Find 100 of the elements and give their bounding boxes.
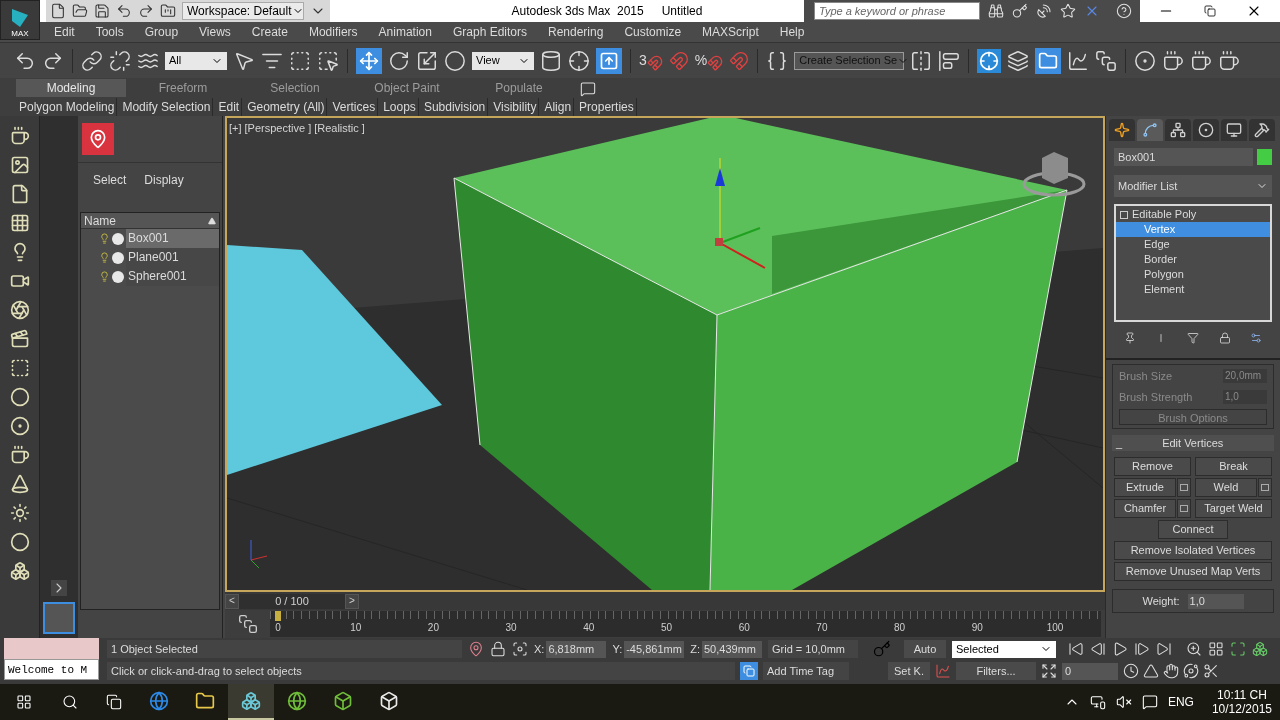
crossing-select-icon[interactable] bbox=[317, 49, 339, 72]
vertex-tool-button[interactable]: Remove Unused Map Verts bbox=[1114, 562, 1272, 581]
task-view-icon[interactable] bbox=[106, 694, 122, 710]
ribbon-panel[interactable]: Subdivision bbox=[421, 97, 489, 116]
selection-filter-dropdown[interactable]: All bbox=[165, 51, 227, 70]
disc-icon[interactable] bbox=[9, 416, 30, 436]
weight-field[interactable]: 1,0 bbox=[1187, 593, 1244, 609]
time-slider[interactable]: < 0 / 100 > bbox=[225, 593, 359, 609]
time-config-icon[interactable] bbox=[1123, 663, 1139, 679]
rollout-header[interactable]: _ Edit Vertices bbox=[1112, 435, 1274, 451]
particles-icon[interactable] bbox=[9, 561, 30, 581]
ribbon-panel[interactable]: Geometry (All) bbox=[245, 97, 328, 116]
curve-editor-icon[interactable] bbox=[1067, 49, 1090, 72]
viewport-label[interactable]: [Perspective ] bbox=[244, 120, 312, 137]
pin-icon[interactable] bbox=[1123, 332, 1136, 344]
monitor-icon[interactable] bbox=[1221, 119, 1247, 141]
undo-icon[interactable] bbox=[116, 3, 132, 19]
hierarchy-icon[interactable] bbox=[1165, 119, 1191, 141]
time-slider-handle[interactable] bbox=[275, 611, 281, 621]
app-icon[interactable] bbox=[228, 684, 274, 720]
grid-status[interactable]: Grid = 10,0mm bbox=[768, 640, 858, 658]
ribbon-tab[interactable]: Populate bbox=[464, 79, 574, 97]
menu-item[interactable]: MAXScript bbox=[702, 23, 759, 41]
app-menu-button[interactable]: MAX bbox=[0, 0, 40, 40]
ribbon-panel[interactable]: Vertices bbox=[330, 97, 379, 116]
menu-item[interactable]: Graph Editors bbox=[452, 23, 527, 41]
zoom-icon[interactable] bbox=[1186, 641, 1202, 657]
windows-start-icon[interactable] bbox=[16, 694, 32, 710]
previous-frame-icon[interactable] bbox=[1090, 641, 1106, 657]
menu-item[interactable]: Modifiers bbox=[308, 23, 358, 41]
menu-item[interactable]: Rendering bbox=[548, 23, 604, 41]
next-frame-button[interactable]: > bbox=[345, 593, 359, 609]
auto-key-button[interactable]: Auto bbox=[904, 640, 946, 658]
menu-item[interactable]: Help bbox=[779, 23, 805, 41]
vertex-tool-button[interactable]: Chamfer bbox=[1114, 499, 1176, 518]
vertex-tool-button[interactable]: Break bbox=[1195, 457, 1272, 476]
grid-icon[interactable] bbox=[9, 213, 30, 233]
go-to-end-icon[interactable] bbox=[1156, 641, 1172, 657]
menu-item[interactable]: Create bbox=[251, 23, 288, 41]
ribbon-panel[interactable]: Properties bbox=[577, 97, 637, 116]
new-file-icon[interactable] bbox=[50, 3, 66, 19]
vertex-tool-button[interactable]: Target Weld bbox=[1195, 499, 1272, 518]
light-bulb-icon[interactable] bbox=[99, 232, 110, 245]
stack-item[interactable]: Border bbox=[1116, 252, 1270, 267]
network-icon[interactable] bbox=[1089, 694, 1106, 710]
modifier-list-dropdown[interactable]: Modifier List bbox=[1114, 175, 1272, 197]
key-filter-dropdown[interactable]: Selected bbox=[952, 640, 1056, 658]
vertex-tool-button[interactable]: Extrude bbox=[1114, 478, 1176, 497]
set-key-button[interactable]: Set K. bbox=[888, 662, 930, 680]
listener-output[interactable]: Welcome to M bbox=[4, 659, 99, 680]
ribbon-tab[interactable]: Freeform bbox=[128, 79, 238, 97]
lock-icon[interactable] bbox=[490, 641, 506, 657]
vertex-tool-button[interactable]: Remove Isolated Vertices bbox=[1114, 541, 1272, 560]
menu-item[interactable]: Edit bbox=[54, 23, 75, 41]
move-tool-icon[interactable] bbox=[356, 47, 382, 74]
configure-icon[interactable] bbox=[1250, 332, 1263, 344]
zoom-extents-icon[interactable] bbox=[1230, 641, 1246, 657]
binoculars-icon[interactable] bbox=[988, 3, 1004, 19]
mirror-icon[interactable] bbox=[910, 49, 933, 72]
ribbon-toggle-icon[interactable] bbox=[1035, 47, 1062, 74]
ribbon-tab[interactable]: Object Paint bbox=[352, 79, 462, 97]
ribbon-panel[interactable]: Align bbox=[542, 97, 575, 116]
coordinate-field[interactable]: 6,818mm bbox=[546, 640, 607, 658]
scene-explorer-icon[interactable] bbox=[977, 48, 1002, 73]
next-frame-icon[interactable] bbox=[1134, 641, 1150, 657]
stack-item[interactable]: Edge bbox=[1116, 237, 1270, 252]
menu-item[interactable]: Animation bbox=[378, 23, 432, 41]
zoom-all-icon[interactable] bbox=[1208, 641, 1224, 657]
modifier-stack[interactable]: Editable Poly Vertex Edge Border Polygon Element bbox=[1114, 204, 1272, 322]
sparkle-icon[interactable] bbox=[1109, 119, 1135, 141]
render-toggle-icon[interactable] bbox=[112, 270, 124, 283]
menu-item[interactable]: Customize bbox=[624, 23, 682, 41]
listener-field[interactable] bbox=[4, 638, 99, 659]
schematic-icon[interactable] bbox=[1095, 49, 1118, 72]
reference-coordinate-dropdown[interactable]: View bbox=[472, 51, 534, 70]
explorer-tab[interactable] bbox=[82, 123, 114, 155]
search-icon[interactable] bbox=[62, 694, 78, 710]
track-view-icon[interactable] bbox=[237, 614, 258, 634]
folder-icon[interactable] bbox=[72, 3, 88, 19]
keyboard-override-icon[interactable] bbox=[596, 47, 622, 74]
restore-icon[interactable] bbox=[1204, 5, 1216, 17]
braces-icon[interactable] bbox=[766, 49, 789, 72]
curve-icon[interactable] bbox=[1137, 119, 1163, 141]
ribbon-panel[interactable]: Polygon Modeling bbox=[17, 97, 118, 116]
help-icon[interactable] bbox=[1116, 3, 1132, 19]
add-time-tag-button[interactable]: Add Time Tag bbox=[763, 662, 849, 680]
zoom-extents-all-icon[interactable] bbox=[1252, 641, 1268, 657]
coordinate-field[interactable]: -45,861mm bbox=[624, 640, 685, 658]
film-icon[interactable] bbox=[9, 329, 30, 349]
viewport-label[interactable]: [+] bbox=[229, 120, 242, 137]
explorer-menu[interactable]: Select bbox=[93, 171, 127, 212]
stack-item[interactable]: Vertex bbox=[1116, 222, 1270, 237]
sun-icon[interactable] bbox=[9, 503, 30, 523]
stack-item[interactable]: Element bbox=[1116, 282, 1270, 297]
lens-icon[interactable] bbox=[9, 300, 30, 320]
transform-mode-icon[interactable] bbox=[512, 641, 528, 657]
pan-icon[interactable] bbox=[1163, 663, 1179, 679]
ribbon-tab[interactable]: Modeling bbox=[16, 79, 126, 97]
satellite-dish-icon[interactable] bbox=[1036, 3, 1052, 19]
notification-icon[interactable] bbox=[1141, 694, 1158, 710]
